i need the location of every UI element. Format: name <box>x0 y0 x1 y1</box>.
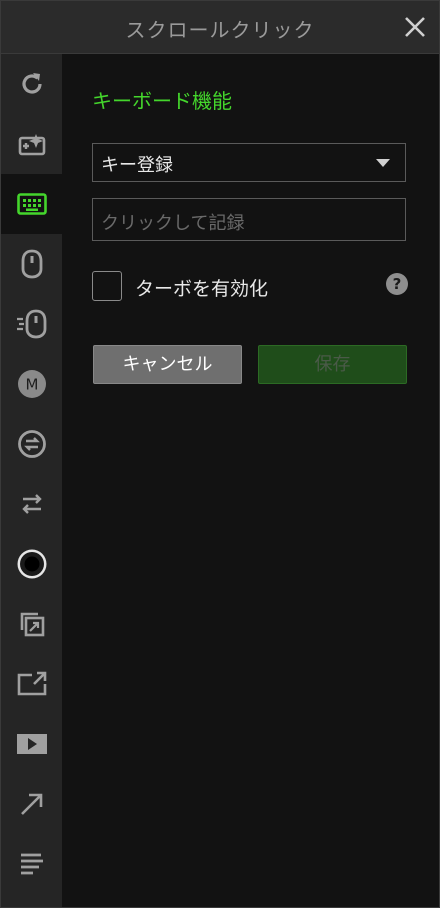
sidebar-item-mouse-speed[interactable] <box>1 294 62 354</box>
sidebar: M <box>1 54 62 907</box>
key-assign-dropdown[interactable]: キー登録 <box>92 143 406 182</box>
help-icon[interactable]: ? <box>386 273 408 295</box>
close-icon <box>405 17 425 37</box>
mouse-icon <box>21 249 42 279</box>
chevron-down-icon <box>376 159 390 167</box>
sidebar-item-window[interactable] <box>1 594 62 654</box>
save-button[interactable]: 保存 <box>258 345 407 384</box>
sidebar-item-record[interactable] <box>1 534 62 594</box>
svg-text:M: M <box>25 376 38 394</box>
mouse-speed-icon <box>16 309 46 339</box>
launch-icon <box>17 671 46 696</box>
main-panel: キーボード機能 キー登録 クリックして記録 ターボを有効化 ? キャンセル 保存 <box>62 54 439 907</box>
key-record-input[interactable]: クリックして記録 <box>92 198 406 241</box>
sidebar-item-switch[interactable] <box>1 474 62 534</box>
section-title: キーボード機能 <box>92 89 232 113</box>
record-circle-icon <box>17 549 46 579</box>
swap-circle-icon <box>17 430 46 458</box>
window-title: スクロールクリック <box>125 18 315 42</box>
diagonal-arrow-icon <box>20 793 42 815</box>
title-bar: スクロールクリック <box>1 1 439 54</box>
close-button[interactable] <box>399 11 431 43</box>
cancel-button[interactable]: キャンセル <box>93 345 242 384</box>
turbo-label: ターボを有効化 <box>135 278 269 300</box>
sidebar-item-shortcut[interactable] <box>1 774 62 834</box>
sidebar-item-media[interactable] <box>1 714 62 774</box>
sidebar-item-mouse[interactable] <box>1 234 62 294</box>
sidebar-item-macro[interactable]: M <box>1 354 62 414</box>
input-placeholder: クリックして記録 <box>101 213 245 234</box>
sidebar-item-keyboard[interactable] <box>1 174 62 234</box>
sidebar-item-text[interactable] <box>1 834 62 894</box>
keyboard-icon <box>16 193 47 215</box>
sidebar-item-swap[interactable] <box>1 414 62 474</box>
sidebar-item-launch[interactable] <box>1 654 62 714</box>
media-play-icon <box>16 734 47 754</box>
switch-arrows-icon <box>21 494 42 514</box>
sidebar-item-refresh[interactable] <box>1 54 62 114</box>
app-window: スクロールクリック M キーボード機能 キー登録 クリックして記録 ターボを有効… <box>0 0 440 908</box>
magic-plus-icon <box>18 134 45 156</box>
text-lines-icon <box>20 853 43 875</box>
dropdown-value: キー登録 <box>101 155 173 176</box>
turbo-checkbox[interactable] <box>92 271 122 301</box>
refresh-icon <box>21 73 42 94</box>
macro-m-icon: M <box>17 370 46 398</box>
open-window-icon <box>20 612 44 637</box>
sidebar-item-magic[interactable] <box>1 114 62 174</box>
